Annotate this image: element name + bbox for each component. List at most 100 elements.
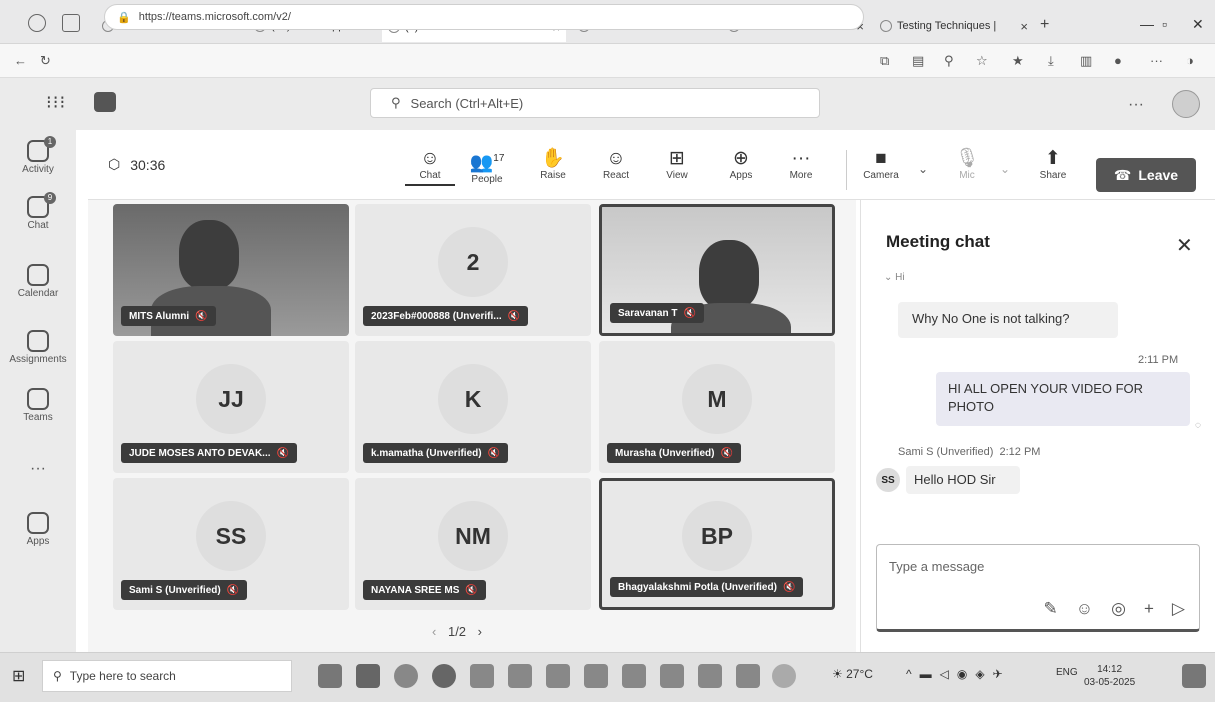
- notifications-icon[interactable]: [1182, 664, 1206, 688]
- participant-tile[interactable]: Kk.mamatha (Unverified) 🔇: [355, 341, 591, 473]
- maximize-icon[interactable]: ▫: [1162, 16, 1167, 32]
- mic-off-icon: 🔇: [487, 447, 501, 459]
- taskbar-app-icon[interactable]: [622, 664, 646, 688]
- rail-item-label: Assignments: [9, 354, 67, 365]
- teams-logo-icon: [94, 92, 116, 112]
- format-icon[interactable]: ✎: [1044, 599, 1058, 619]
- participant-tile[interactable]: Saravanan T 🔇: [599, 204, 835, 336]
- rail-item-teams[interactable]: Teams: [0, 388, 76, 423]
- browser-tab[interactable]: Testing Techniques | ×: [874, 14, 1034, 38]
- language-indicator[interactable]: ENG: [1056, 667, 1078, 678]
- collections-icon[interactable]: ▥: [1080, 53, 1092, 69]
- participant-name-tag: Bhagyalakshmi Potla (Unverified) 🔇: [610, 577, 804, 597]
- mic-off-icon: 🔇: [683, 307, 696, 319]
- people-icon: 👥17: [469, 152, 505, 174]
- close-tab-icon[interactable]: ×: [1020, 19, 1028, 34]
- favorite-star-icon[interactable]: ☆: [976, 53, 988, 69]
- profile-icon[interactable]: [28, 14, 46, 32]
- mic-muted-icon: 🎙: [954, 148, 980, 169]
- tab-actions-icon[interactable]: [62, 14, 80, 32]
- app-launcher-icon[interactable]: ⁝⁝⁝: [46, 92, 66, 113]
- app-available-icon[interactable]: ⧉: [880, 53, 889, 69]
- search-icon: ⚲: [391, 95, 401, 110]
- close-icon[interactable]: ✕: [1176, 233, 1193, 258]
- read-aloud-icon[interactable]: ▤: [912, 53, 924, 69]
- system-tray-icons[interactable]: ^▬◁◉◈✈: [906, 667, 1011, 681]
- close-window-icon[interactable]: ✕: [1192, 16, 1204, 33]
- download-app-icon[interactable]: [356, 664, 380, 688]
- taskbar-app-icon[interactable]: [660, 664, 684, 688]
- rail-item-apps[interactable]: Apps: [0, 512, 76, 547]
- rail-item-label: Activity: [22, 164, 54, 175]
- browser-menu-icon[interactable]: ···: [1150, 53, 1163, 68]
- search-input[interactable]: ⚲ Search (Ctrl+Alt+E): [370, 88, 820, 118]
- participant-name-tag: JUDE MOSES ANTO DEVAK... 🔇: [121, 443, 297, 463]
- participant-tile[interactable]: MITS Alumni 🔇: [113, 204, 349, 336]
- notification-badge: 1: [44, 136, 56, 148]
- copilot-icon[interactable]: ◑: [1186, 53, 1194, 68]
- camera-options-chevron-icon[interactable]: ⌄: [918, 162, 928, 176]
- attach-plus-icon[interactable]: +: [1144, 599, 1154, 619]
- participant-tile[interactable]: NM NAYANA SREE MS 🔇: [355, 478, 591, 610]
- participant-avatar: K: [438, 364, 508, 435]
- back-icon[interactable]: ←: [14, 53, 27, 68]
- taskbar-app-icon[interactable]: [546, 664, 570, 688]
- mic-button[interactable]: 🎙 Mic: [942, 148, 992, 181]
- taskbar-app-icon[interactable]: [470, 664, 494, 688]
- rail-item-assignments[interactable]: Assignments: [0, 330, 76, 365]
- more-button[interactable]: ··· More: [776, 148, 826, 181]
- favorites-icon[interactable]: ★: [1012, 53, 1024, 69]
- rail-item-chat[interactable]: Chat 9: [0, 192, 76, 231]
- taskbar-app-icon[interactable]: [698, 664, 722, 688]
- address-bar[interactable]: 🔒 https://teams.microsoft.com/v2/: [104, 4, 864, 30]
- settings-more-button[interactable]: ···: [1128, 96, 1144, 114]
- camera-button[interactable]: ■ Camera: [856, 148, 906, 181]
- apps-button[interactable]: ⊕ Apps: [716, 148, 766, 181]
- new-tab-icon[interactable]: +: [1040, 16, 1049, 34]
- share-button[interactable]: ⬆ Share: [1028, 148, 1078, 181]
- minimize-icon[interactable]: —: [1140, 16, 1154, 32]
- prev-page-icon[interactable]: ‹: [432, 624, 436, 639]
- calendar-icon: [27, 264, 49, 286]
- participant-name-tag: Murasha (Unverified) 🔇: [607, 443, 741, 463]
- chrome-icon[interactable]: [394, 664, 418, 688]
- participant-tile[interactable]: M Murasha (Unverified) 🔇: [599, 341, 835, 473]
- rail-item-more[interactable]: ···: [0, 460, 76, 478]
- emoji-icon[interactable]: ☺: [1076, 599, 1093, 619]
- browser-app-icon[interactable]: [432, 664, 456, 688]
- task-view-icon[interactable]: [318, 664, 342, 688]
- user-avatar[interactable]: [1172, 90, 1200, 118]
- participant-tile[interactable]: BP Bhagyalakshmi Potla (Unverified) 🔇: [599, 478, 835, 610]
- mic-options-chevron-icon[interactable]: ⌄: [1000, 162, 1010, 176]
- loop-icon[interactable]: ◎: [1111, 599, 1126, 619]
- weather-widget[interactable]: ☀ 27°C: [832, 667, 873, 681]
- next-page-icon[interactable]: ›: [478, 624, 482, 639]
- zoom-icon[interactable]: ⚲: [944, 53, 954, 69]
- participant-tile[interactable]: JJ JUDE MOSES ANTO DEVAK... 🔇: [113, 341, 349, 473]
- assignments-icon: [27, 330, 49, 352]
- taskbar-app-icon[interactable]: [736, 664, 760, 688]
- profile-avatar-icon[interactable]: ●: [1114, 53, 1122, 68]
- rail-item-activity[interactable]: Activity 1: [0, 136, 76, 175]
- refresh-icon[interactable]: ↻: [40, 53, 51, 69]
- react-button[interactable]: ☺ React: [591, 148, 641, 181]
- people-button[interactable]: 👥17 People: [462, 148, 512, 185]
- page-indicator: 1/2: [447, 624, 467, 639]
- chat-button[interactable]: ☺ Chat: [405, 148, 455, 186]
- taskbar-app-icon[interactable]: [508, 664, 532, 688]
- message-compose-box[interactable]: Type a message ✎ ☺ ◎ + ▷: [876, 544, 1200, 632]
- downloads-icon[interactable]: ⤓: [1048, 53, 1054, 69]
- teams-taskbar-icon[interactable]: [772, 664, 796, 688]
- raise-hand-button[interactable]: ✋ Raise: [528, 148, 578, 181]
- participant-avatar: BP: [682, 501, 752, 572]
- leave-button[interactable]: ☎ Leave: [1096, 158, 1196, 192]
- participant-tile[interactable]: SS Sami S (Unverified) 🔇: [113, 478, 349, 610]
- participant-tile[interactable]: 2 2023Feb#000888 (Unverifi... 🔇: [355, 204, 591, 336]
- taskbar-clock[interactable]: 14:12 03-05-2025: [1084, 663, 1135, 689]
- view-button[interactable]: ⊞ View: [652, 148, 702, 181]
- taskbar-search[interactable]: ⚲ Type here to search: [42, 660, 292, 692]
- send-icon[interactable]: ▷: [1172, 599, 1185, 619]
- taskbar-app-icon[interactable]: [584, 664, 608, 688]
- rail-item-calendar[interactable]: Calendar: [0, 264, 76, 299]
- windows-start-icon[interactable]: ⊞: [12, 666, 25, 686]
